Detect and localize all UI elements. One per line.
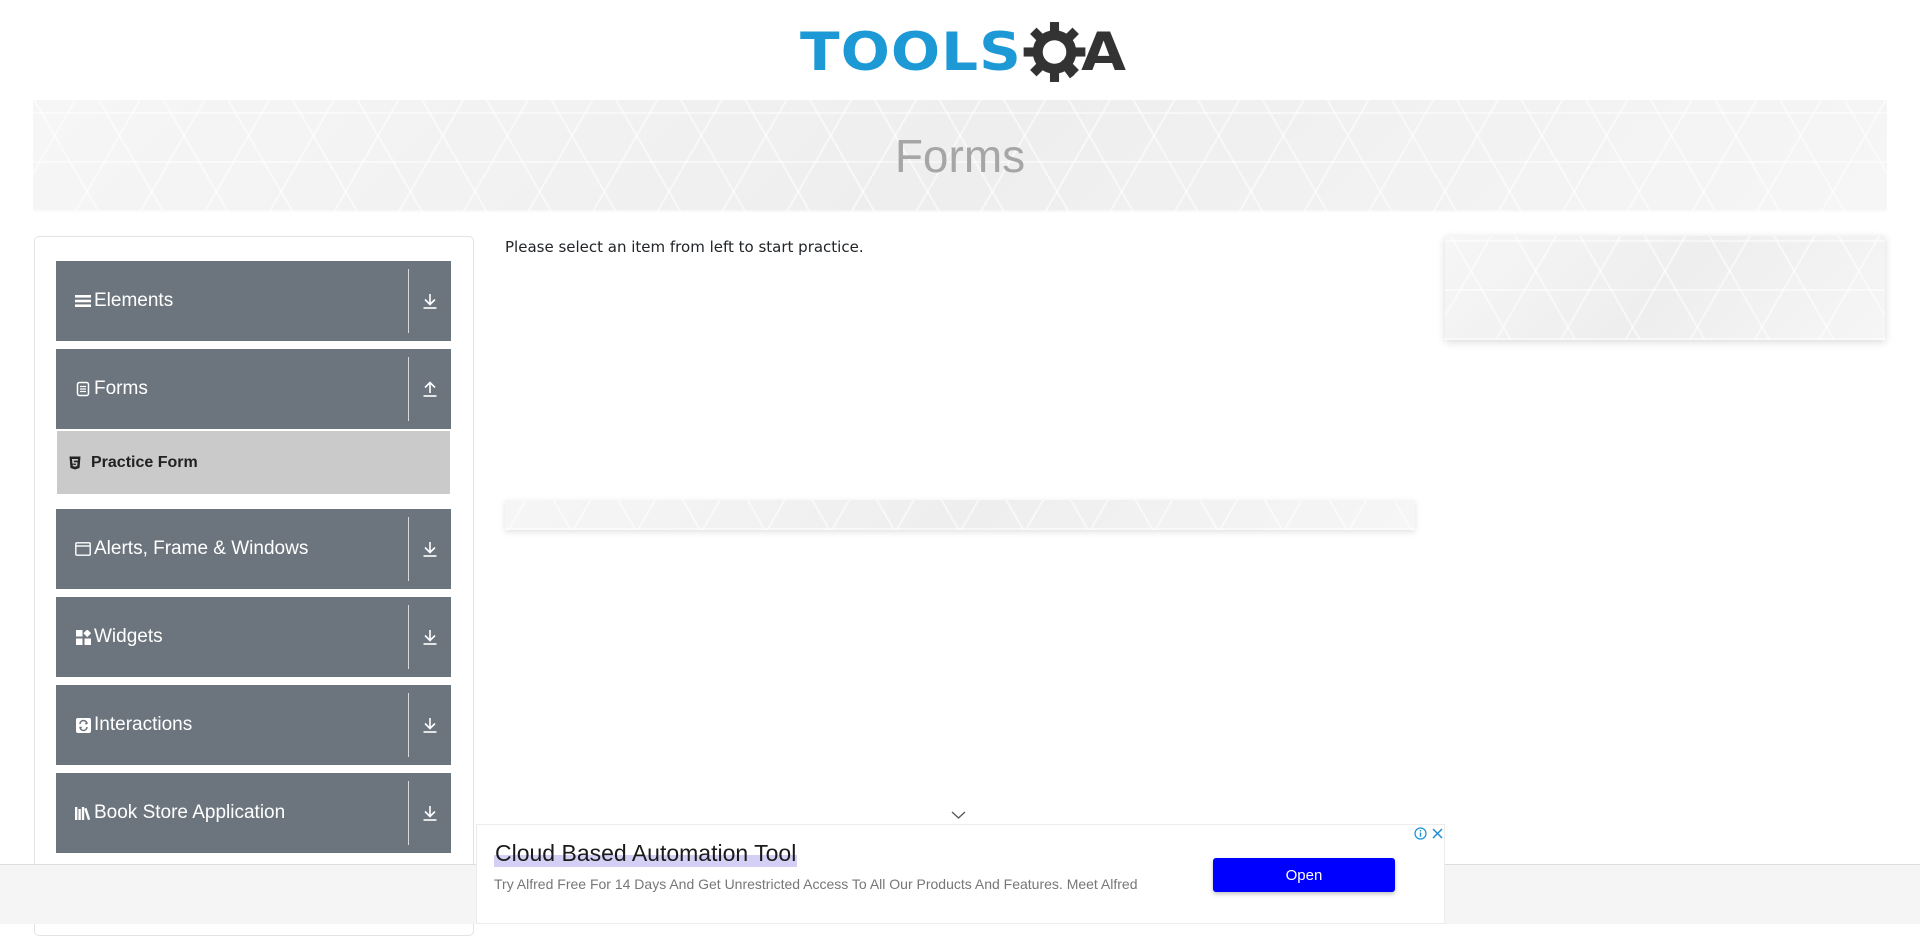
interaction-icon bbox=[74, 716, 92, 734]
toolsqa-logo[interactable]: TOOLS QA A bbox=[800, 14, 1126, 90]
sidebar-group-alerts-frame-windows[interactable]: Alerts, Frame & Windows bbox=[56, 509, 451, 589]
window-icon bbox=[74, 540, 92, 558]
site-header: TOOLS QA A bbox=[0, 0, 1920, 100]
ad-open-button[interactable]: Open bbox=[1213, 858, 1395, 892]
sidebar-group-label: Forms bbox=[94, 378, 148, 399]
expand-icon[interactable] bbox=[409, 597, 451, 677]
expand-icon[interactable] bbox=[409, 773, 451, 853]
sticky-ad: Cloud Based Automation Tool Try Alfred F… bbox=[476, 824, 1445, 924]
sidebar-group-forms[interactable]: Forms bbox=[56, 349, 451, 429]
logo-text-tools: TOOLS bbox=[800, 21, 1022, 83]
sidebar-item-label: Practice Form bbox=[91, 453, 198, 471]
grid-icon bbox=[74, 628, 92, 646]
page-banner: Forms bbox=[33, 100, 1887, 212]
gear-magnifier-icon bbox=[1023, 22, 1086, 82]
info-icon[interactable] bbox=[1412, 825, 1429, 842]
sidebar-group-interactions[interactable]: Interactions bbox=[56, 685, 451, 765]
chevron-down-icon[interactable] bbox=[950, 808, 967, 820]
expand-icon[interactable] bbox=[409, 509, 451, 589]
sidebar-group-widgets[interactable]: Widgets bbox=[56, 597, 451, 677]
ad-choices[interactable] bbox=[1412, 825, 1446, 842]
practice-instruction: Please select an item from left to start… bbox=[505, 238, 864, 256]
collapse-icon[interactable] bbox=[409, 349, 451, 429]
document-icon bbox=[74, 380, 92, 398]
sidebar-group-label: Book Store Application bbox=[94, 802, 286, 823]
sidebar-group-label: Interactions bbox=[94, 714, 193, 735]
sidebar-item-practice-form[interactable]: Practice Form bbox=[57, 431, 450, 494]
sidebar-group-book-store-application[interactable]: Book Store Application bbox=[56, 773, 451, 853]
list-icon bbox=[74, 292, 92, 310]
sidebar-group-label: Alerts, Frame & Windows bbox=[94, 538, 309, 559]
books-icon bbox=[74, 804, 92, 822]
page-title: Forms bbox=[894, 130, 1026, 182]
close-icon[interactable] bbox=[1429, 825, 1446, 842]
sidebar-group-label: Widgets bbox=[94, 626, 163, 647]
logo-letter-a: A bbox=[1081, 21, 1126, 83]
expand-icon[interactable] bbox=[409, 685, 451, 765]
side-ad-placeholder[interactable] bbox=[1445, 236, 1885, 340]
html5-icon bbox=[69, 456, 83, 470]
ad-title[interactable]: Cloud Based Automation Tool bbox=[494, 840, 798, 867]
sidebar-group-label: Elements bbox=[94, 290, 174, 311]
sidebar-menu: Elements Forms Practice Form Alerts, Fra… bbox=[34, 236, 474, 936]
ad-description: Try Alfred Free For 14 Days And Get Unre… bbox=[494, 876, 1138, 892]
expand-icon[interactable] bbox=[409, 261, 451, 341]
sidebar-group-elements[interactable]: Elements bbox=[56, 261, 451, 341]
ad-banner-placeholder[interactable] bbox=[505, 500, 1415, 530]
